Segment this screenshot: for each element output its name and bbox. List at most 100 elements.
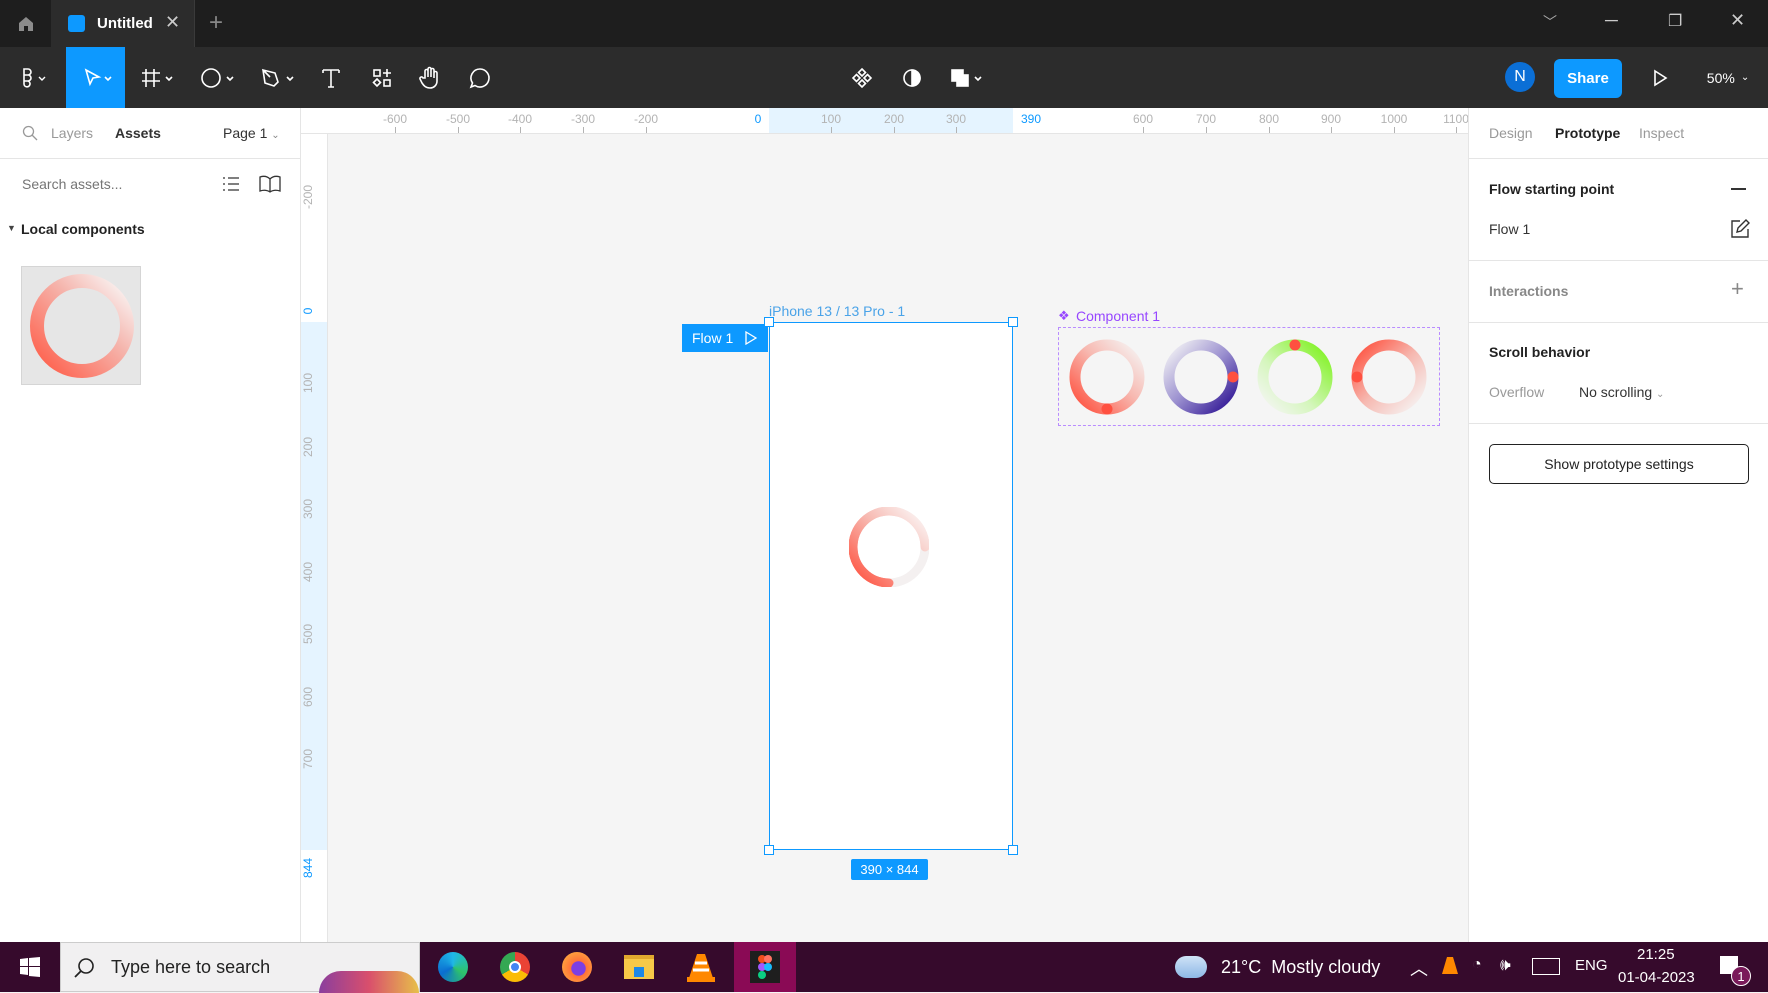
search-icon[interactable]: [22, 125, 38, 141]
taskbar-figma[interactable]: [734, 942, 796, 992]
taskbar-edge[interactable]: [430, 942, 476, 992]
keyboard-icon[interactable]: [1532, 958, 1560, 975]
tab-design[interactable]: Design: [1489, 125, 1533, 141]
search-icon: [74, 958, 94, 978]
component-variants: [1069, 339, 1427, 415]
tab-prototype[interactable]: Prototype: [1555, 125, 1620, 141]
taskbar-chrome[interactable]: [492, 942, 538, 992]
ruler-tick: [894, 127, 895, 133]
ruler-tick: [831, 127, 832, 133]
tab-untitled[interactable]: Untitled ✕: [51, 0, 195, 47]
frame-name-label[interactable]: iPhone 13 / 13 Pro - 1: [769, 303, 905, 319]
share-button[interactable]: Share: [1554, 59, 1622, 98]
close-window-icon[interactable]: ✕: [1730, 10, 1745, 31]
text-tool-button[interactable]: [315, 47, 347, 108]
show-prototype-settings-button[interactable]: Show prototype settings: [1489, 444, 1749, 484]
zoom-dropdown[interactable]: 50% ⌄: [1700, 47, 1756, 108]
wifi-icon[interactable]: ◔: [1472, 956, 1482, 974]
ruler-label: 390: [1020, 112, 1042, 126]
hand-tool-button[interactable]: [414, 47, 446, 108]
component-name-label[interactable]: Component 1: [1076, 308, 1160, 324]
remove-flow-button[interactable]: [1731, 188, 1746, 190]
ruler-label: -200: [301, 184, 315, 210]
divider: [1469, 158, 1768, 159]
main-menu-button[interactable]: [10, 47, 56, 108]
clock-time[interactable]: 21:25: [1637, 946, 1675, 963]
move-tool-button[interactable]: [66, 47, 125, 108]
tab-assets[interactable]: Assets: [115, 125, 161, 141]
taskbar-vlc[interactable]: [678, 942, 724, 992]
windows-icon: [20, 957, 40, 977]
speaker-icon[interactable]: 🕪: [1500, 955, 1511, 975]
ruler-label: 0: [754, 112, 762, 126]
edit-icon[interactable]: [1730, 219, 1750, 239]
library-icon[interactable]: [259, 175, 281, 193]
plus-icon[interactable]: +: [1731, 276, 1744, 302]
component-set[interactable]: [1058, 327, 1440, 426]
start-button[interactable]: [0, 942, 60, 992]
taskbar-file-explorer[interactable]: [616, 942, 662, 992]
flow-starting-point-heading: Flow starting point: [1489, 181, 1615, 197]
resources-button[interactable]: [366, 47, 398, 108]
contrast-icon: [903, 68, 921, 87]
canvas[interactable]: iPhone 13 / 13 Pro - 1 Flow 1 390 × 844 …: [328, 134, 1738, 942]
page-selector[interactable]: Page 1 ⌄: [223, 125, 280, 141]
chevron-down-icon: ⌄: [1740, 72, 1750, 83]
plus-icon[interactable]: +: [209, 9, 223, 37]
resize-handle[interactable]: [1008, 845, 1018, 855]
tab-layers[interactable]: Layers: [51, 125, 93, 141]
flow-name[interactable]: Flow 1: [1489, 221, 1530, 237]
resize-handle[interactable]: [1008, 317, 1018, 327]
create-component-button[interactable]: [846, 47, 878, 108]
component-icon: [851, 67, 873, 88]
boolean-button[interactable]: [946, 47, 992, 108]
component-thumbnail[interactable]: [21, 266, 141, 385]
present-button[interactable]: [1645, 47, 1675, 108]
restore-icon[interactable]: ❐: [1668, 11, 1682, 31]
notification-count: 1: [1737, 968, 1745, 984]
taskbar-firefox[interactable]: [554, 942, 600, 992]
weather-text: 21°C Mostly cloudy: [1221, 956, 1381, 977]
tab-inspect[interactable]: Inspect: [1639, 125, 1684, 141]
vlc-tray-icon[interactable]: [1442, 956, 1458, 976]
share-label: Share: [1567, 70, 1609, 87]
search-assets-input[interactable]: [22, 172, 202, 196]
size-badge: 390 × 844: [851, 859, 928, 880]
mask-button[interactable]: [896, 47, 928, 108]
divider: [1469, 260, 1768, 261]
frame-tool-button[interactable]: [136, 47, 184, 108]
weather-widget[interactable]: 21°C Mostly cloudy: [1175, 942, 1380, 992]
flow-starting-badge[interactable]: Flow 1: [682, 324, 768, 352]
home-button[interactable]: [0, 0, 51, 47]
chevron-down-icon: ⌄: [1656, 389, 1665, 400]
shape-tool-button[interactable]: [196, 47, 244, 108]
ruler-label: 0: [301, 307, 315, 315]
avatar[interactable]: N: [1505, 62, 1535, 92]
list-view-icon[interactable]: [222, 175, 240, 193]
ruler-label: -200: [633, 112, 659, 126]
frame-icon: [142, 68, 173, 87]
flow-badge-label: Flow 1: [692, 330, 734, 346]
language-indicator[interactable]: ENG: [1575, 957, 1608, 974]
resize-handle[interactable]: [764, 845, 774, 855]
play-icon: [745, 331, 758, 345]
iphone-frame[interactable]: [769, 322, 1013, 850]
ruler-label: 500: [301, 623, 315, 645]
caret-down-icon[interactable]: ▼: [7, 223, 16, 233]
minimize-icon[interactable]: ─: [1605, 10, 1618, 31]
overflow-dropdown[interactable]: No scrolling ⌄: [1579, 384, 1664, 400]
chevron-down-icon[interactable]: ﹀: [1543, 12, 1557, 32]
clock-date[interactable]: 01-04-2023: [1618, 969, 1695, 986]
pen-tool-button[interactable]: [256, 47, 304, 108]
ruler-tick: [1456, 127, 1457, 133]
ruler-label: -300: [570, 112, 596, 126]
comment-tool-button[interactable]: [464, 47, 496, 108]
taskbar-search[interactable]: Type here to search: [60, 942, 420, 993]
resize-handle[interactable]: [764, 317, 774, 327]
ruler-tick: [1331, 127, 1332, 133]
close-icon[interactable]: ✕: [165, 12, 180, 33]
chevron-up-icon[interactable]: ︿: [1410, 955, 1428, 981]
home-icon: [18, 16, 33, 31]
figma-logo-icon: [23, 67, 46, 88]
title-bar: Untitled ✕ + ﹀ ─ ❐ ✕: [0, 0, 1768, 47]
